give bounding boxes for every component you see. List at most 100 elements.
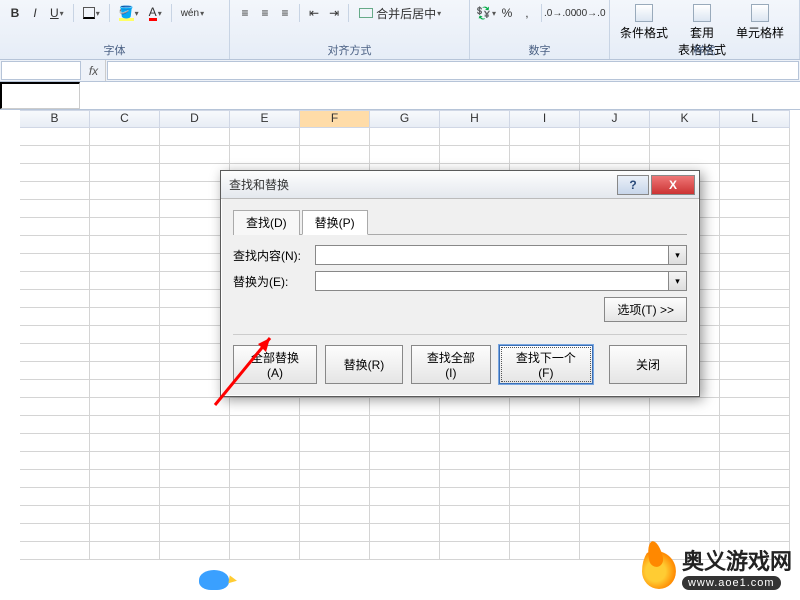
cell[interactable] bbox=[20, 398, 90, 416]
cell[interactable] bbox=[650, 470, 720, 488]
cell[interactable] bbox=[580, 416, 650, 434]
cell[interactable] bbox=[440, 470, 510, 488]
cell[interactable] bbox=[230, 416, 300, 434]
cell[interactable] bbox=[720, 344, 790, 362]
cell[interactable] bbox=[580, 452, 650, 470]
cell[interactable] bbox=[440, 398, 510, 416]
currency-button[interactable]: 💱▾ bbox=[476, 3, 496, 23]
cell[interactable] bbox=[20, 290, 90, 308]
cell[interactable] bbox=[90, 470, 160, 488]
formula-input[interactable] bbox=[107, 61, 799, 80]
column-header-B[interactable]: B bbox=[20, 110, 90, 128]
cell[interactable] bbox=[90, 326, 160, 344]
cell[interactable] bbox=[440, 146, 510, 164]
cell[interactable] bbox=[370, 488, 440, 506]
cell[interactable] bbox=[90, 146, 160, 164]
cell[interactable] bbox=[230, 506, 300, 524]
cell[interactable] bbox=[20, 164, 90, 182]
cell[interactable] bbox=[720, 200, 790, 218]
cell[interactable] bbox=[720, 218, 790, 236]
decrease-decimal-button[interactable]: .00→.0 bbox=[576, 3, 603, 23]
cell[interactable] bbox=[300, 470, 370, 488]
cell[interactable] bbox=[370, 416, 440, 434]
cell[interactable] bbox=[90, 272, 160, 290]
cell[interactable] bbox=[20, 236, 90, 254]
cell[interactable] bbox=[90, 542, 160, 560]
cell[interactable] bbox=[160, 434, 230, 452]
cell[interactable] bbox=[90, 128, 160, 146]
bold-button[interactable]: B bbox=[6, 3, 24, 23]
cell[interactable] bbox=[20, 344, 90, 362]
cell[interactable] bbox=[650, 506, 720, 524]
cell[interactable] bbox=[90, 308, 160, 326]
cell[interactable] bbox=[440, 506, 510, 524]
column-header-J[interactable]: J bbox=[580, 110, 650, 128]
column-header-K[interactable]: K bbox=[650, 110, 720, 128]
cell[interactable] bbox=[720, 254, 790, 272]
cell[interactable] bbox=[90, 218, 160, 236]
cell[interactable] bbox=[440, 452, 510, 470]
cell[interactable] bbox=[720, 164, 790, 182]
cell[interactable] bbox=[370, 506, 440, 524]
cell[interactable] bbox=[90, 200, 160, 218]
cell[interactable] bbox=[580, 506, 650, 524]
cell[interactable] bbox=[440, 542, 510, 560]
cell[interactable] bbox=[90, 362, 160, 380]
cell[interactable] bbox=[720, 488, 790, 506]
cell[interactable] bbox=[90, 524, 160, 542]
cell[interactable] bbox=[90, 344, 160, 362]
cell[interactable] bbox=[510, 452, 580, 470]
cell[interactable] bbox=[20, 182, 90, 200]
percent-button[interactable]: % bbox=[498, 3, 516, 23]
cell[interactable] bbox=[720, 416, 790, 434]
cell[interactable] bbox=[90, 506, 160, 524]
cell[interactable] bbox=[90, 488, 160, 506]
cell[interactable] bbox=[580, 434, 650, 452]
phonetic-button[interactable]: wén▾ bbox=[177, 3, 208, 23]
cell[interactable] bbox=[160, 398, 230, 416]
cell[interactable] bbox=[720, 470, 790, 488]
cell[interactable] bbox=[650, 488, 720, 506]
cell[interactable] bbox=[510, 488, 580, 506]
replace-input[interactable] bbox=[315, 271, 669, 291]
name-box[interactable] bbox=[1, 61, 81, 80]
font-color-button[interactable]: A▾ bbox=[145, 3, 166, 23]
cell[interactable] bbox=[720, 146, 790, 164]
find-next-button[interactable]: 查找下一个(F) bbox=[499, 345, 593, 384]
cell[interactable] bbox=[300, 434, 370, 452]
cell[interactable] bbox=[300, 488, 370, 506]
cell[interactable] bbox=[300, 524, 370, 542]
cell[interactable] bbox=[440, 488, 510, 506]
column-header-E[interactable]: E bbox=[230, 110, 300, 128]
align-left-button[interactable]: ≡ bbox=[236, 3, 254, 23]
cell[interactable] bbox=[720, 272, 790, 290]
cell[interactable] bbox=[370, 524, 440, 542]
cell[interactable] bbox=[580, 398, 650, 416]
cell[interactable] bbox=[300, 128, 370, 146]
cell[interactable] bbox=[20, 452, 90, 470]
cell[interactable] bbox=[650, 524, 720, 542]
find-dropdown[interactable]: ▾ bbox=[669, 245, 687, 265]
cell[interactable] bbox=[720, 308, 790, 326]
find-all-button[interactable]: 查找全部(I) bbox=[411, 345, 491, 384]
cell[interactable] bbox=[440, 128, 510, 146]
cell[interactable] bbox=[20, 542, 90, 560]
cell[interactable] bbox=[440, 524, 510, 542]
cell[interactable] bbox=[510, 542, 580, 560]
close-icon[interactable]: X bbox=[651, 175, 695, 195]
cell[interactable] bbox=[720, 290, 790, 308]
cell[interactable] bbox=[650, 146, 720, 164]
column-header-D[interactable]: D bbox=[160, 110, 230, 128]
fill-color-button[interactable]: 🪣▾ bbox=[115, 3, 143, 23]
cell[interactable] bbox=[20, 272, 90, 290]
cell[interactable] bbox=[650, 416, 720, 434]
cell[interactable] bbox=[90, 380, 160, 398]
cell[interactable] bbox=[580, 470, 650, 488]
cell[interactable] bbox=[160, 506, 230, 524]
cell[interactable] bbox=[20, 488, 90, 506]
cell[interactable] bbox=[20, 506, 90, 524]
cell[interactable] bbox=[230, 434, 300, 452]
conditional-format-button[interactable]: 条件格式 bbox=[616, 2, 672, 43]
cell[interactable] bbox=[370, 470, 440, 488]
cell[interactable] bbox=[300, 146, 370, 164]
